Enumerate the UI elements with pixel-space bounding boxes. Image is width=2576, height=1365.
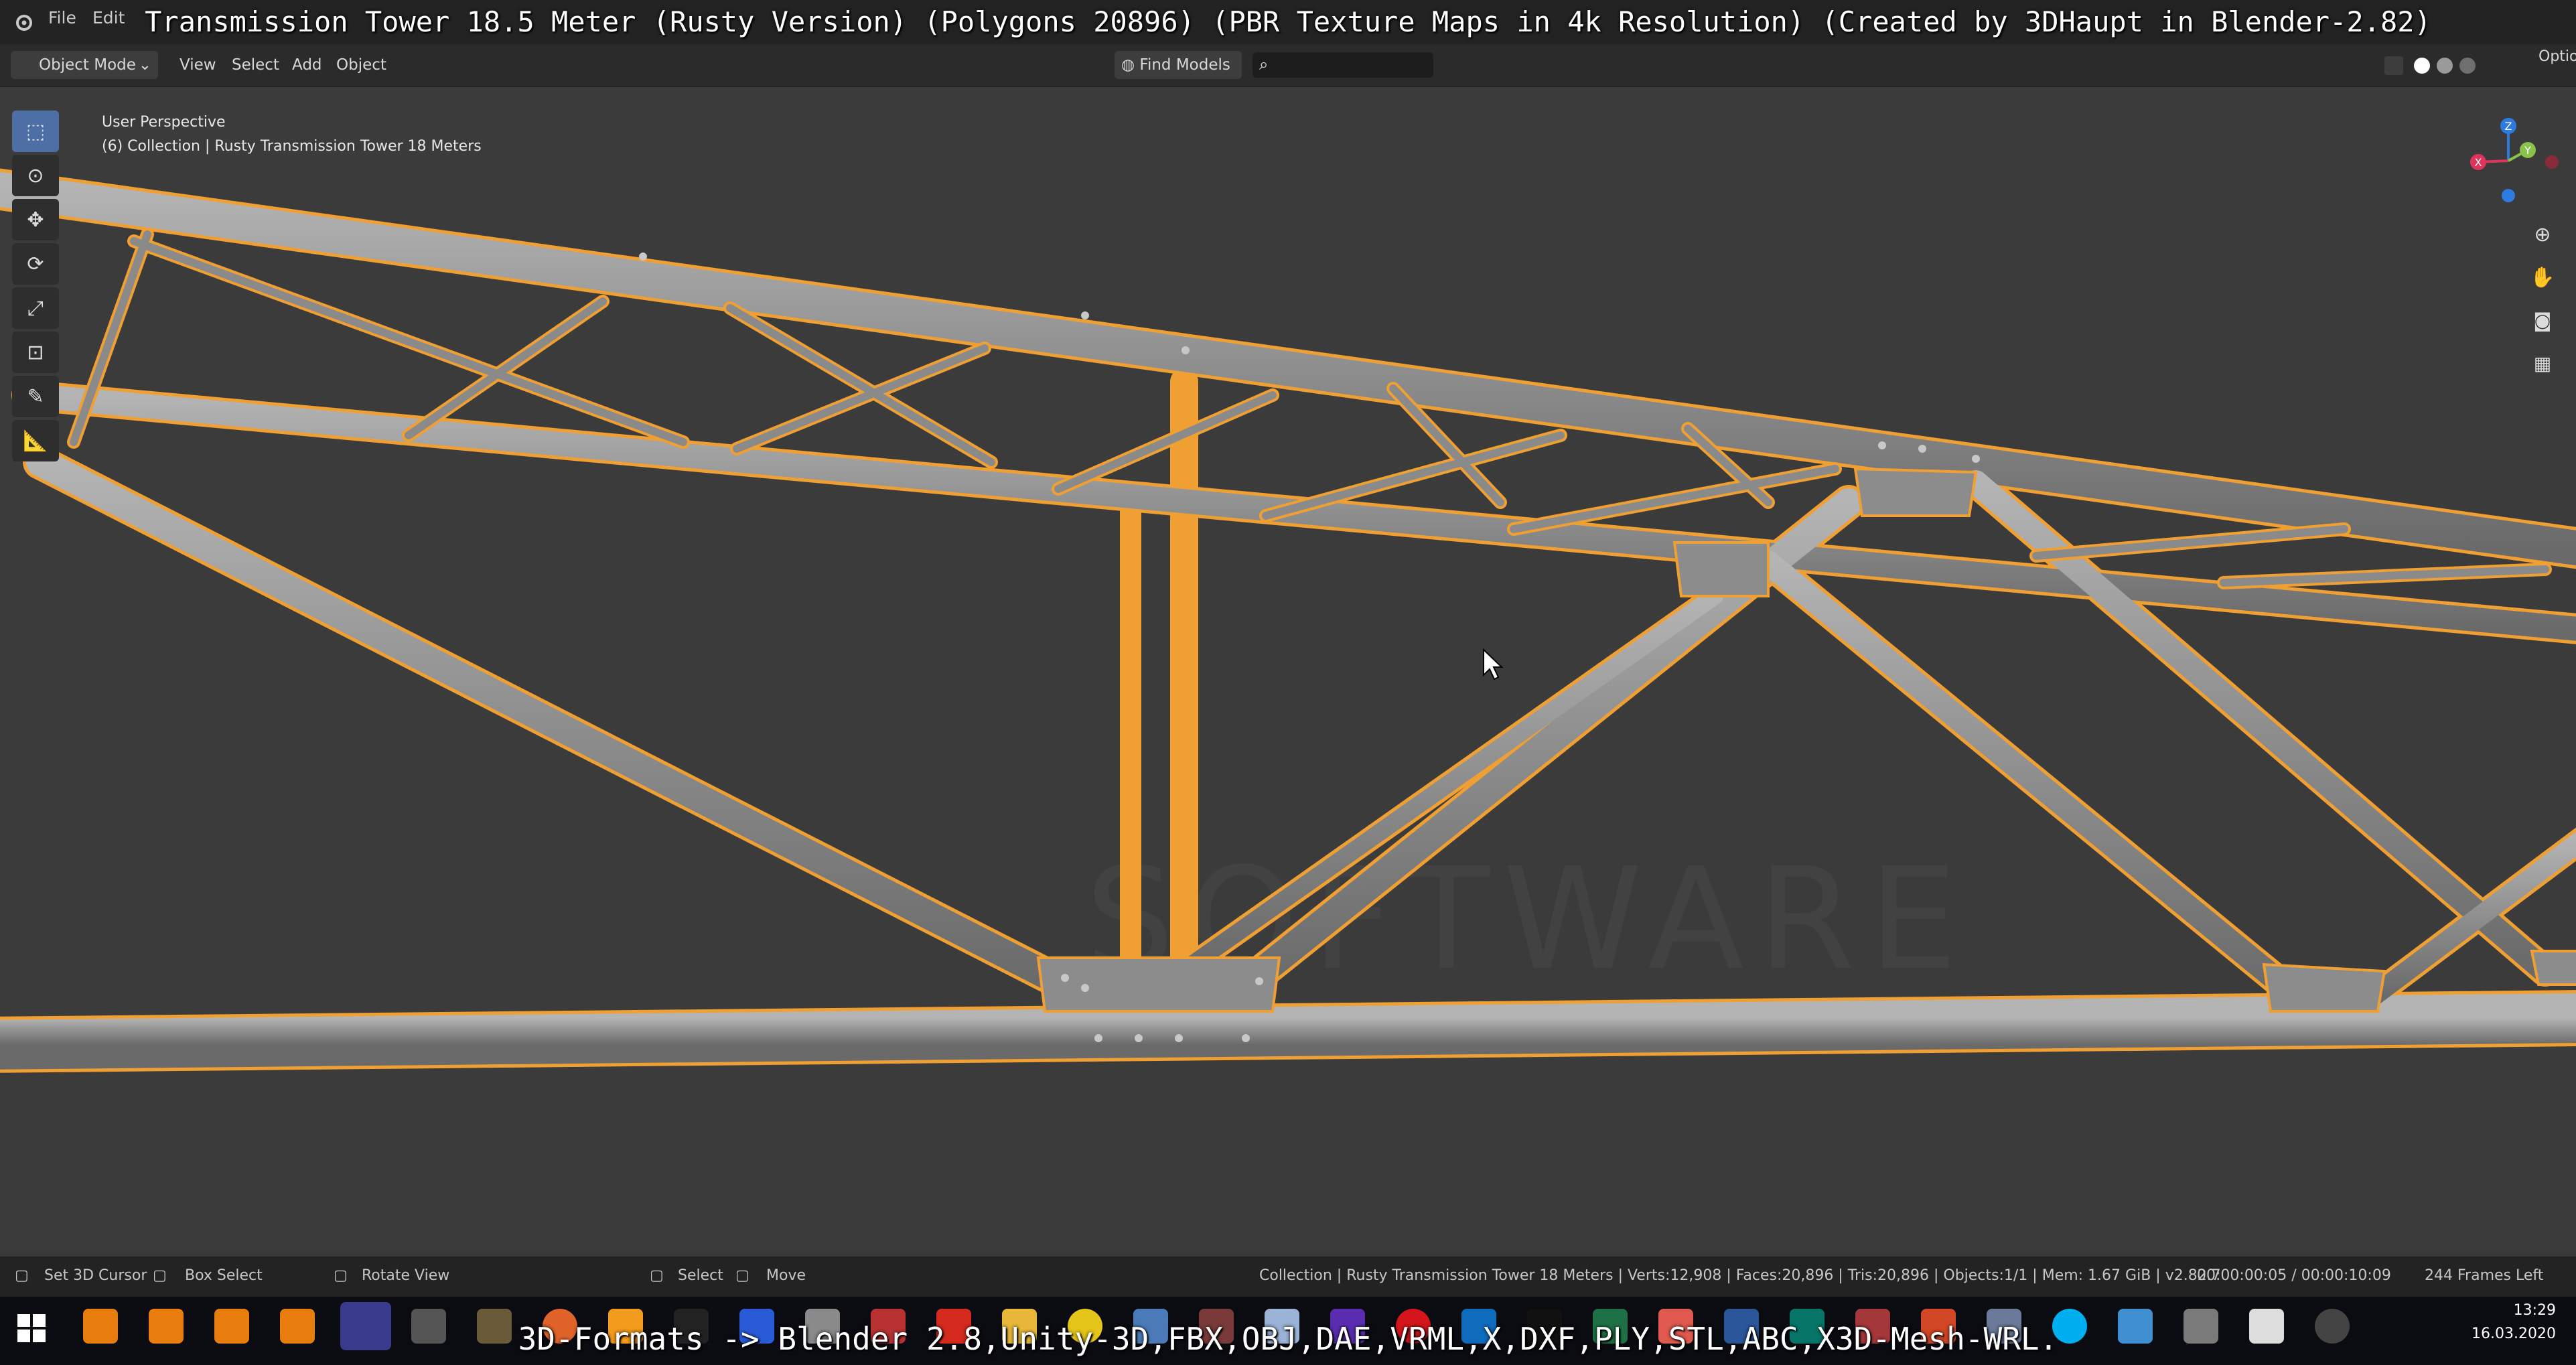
shading-mode-buttons[interactable] [2384,55,2518,76]
3d-viewport[interactable]: SOFTWARE [0,87,2576,1252]
menu-add[interactable]: Add [285,51,329,79]
move-tool-icon[interactable]: ✥ [12,199,59,240]
view-perspective-label: User Perspective [102,114,226,131]
tool-shelf: ⬚ ⊙ ✥ ⟳ ⤢ ⊡ ✎ 📐 [12,111,63,464]
transform-tool-icon[interactable]: ⊡ [12,332,59,373]
camera-view-icon[interactable]: ◙ [2524,301,2561,339]
object-mode-label: Object Mode [39,56,136,74]
frames-left: 244 Frames Left [2425,1267,2544,1284]
video-subtitle-overlay: 3D-Formats -> Blender 2.8,Unity-3D,FBX,O… [518,1321,2058,1357]
object-mode-dropdown[interactable]: Object Mode ⌄ [11,51,158,79]
find-models-label: Find Models [1139,56,1230,74]
annotate-tool-icon[interactable]: ✎ [12,376,59,417]
options-button[interactable]: Options [2532,43,2576,71]
status-move: Move [766,1267,806,1284]
status-bar: ▢ Set 3D Cursor ▢ Box Select ▢ Rotate Vi… [0,1256,2576,1297]
find-models-dropdown[interactable]: ◍ Find Models ⌄ [1115,51,1242,102]
timecode: 00:00:00:05 / 00:00:10:09 [2197,1267,2391,1284]
perspective-grid-icon[interactable]: ▦ [2524,344,2561,382]
mouse-middle-icon: ▢ [153,1267,167,1284]
search-input[interactable]: ⌕ [1253,52,1433,78]
status-rotate-view: Rotate View [362,1267,450,1284]
mouse-left-icon: ▢ [15,1267,29,1284]
pan-hand-icon[interactable]: ✋ [2524,259,2561,296]
scale-tool-icon[interactable]: ⤢ [12,287,59,329]
status-move-icon: ▢ [735,1267,749,1284]
menu-select[interactable]: Select [225,51,286,79]
status-set-cursor: Set 3D Cursor [44,1267,147,1284]
status-box-select: Box Select [185,1267,263,1284]
navigation-gizmo[interactable]: Z Y X [2451,114,2565,208]
cursor-tool-icon[interactable]: ⊙ [12,155,59,196]
gizmo-y-label: Y [2524,144,2531,157]
video-title-overlay: Transmission Tower 18.5 Meter (Rusty Ver… [145,5,2431,38]
mouse-right-icon: ▢ [334,1267,348,1284]
search-icon: ⌕ [1259,55,1269,74]
rotate-tool-icon[interactable]: ⟳ [12,243,59,285]
scene-statistics: Collection | Rusty Transmission Tower 18… [1259,1267,2221,1284]
status-select-icon: ▢ [650,1267,664,1284]
zoom-view-icon[interactable]: ⊕ [2524,216,2561,253]
select-box-tool-icon[interactable]: ⬚ [12,111,59,152]
viewport-header: Object Mode ⌄ View Select Add Object ◍ F… [0,43,2576,102]
mouse-cursor-icon [1483,648,1504,680]
measure-tool-icon[interactable]: 📐 [12,420,59,461]
chevron-down-icon: ⌄ [138,56,151,74]
gizmo-x-label: X [2475,156,2482,169]
tower-model [0,168,2576,1073]
menu-view[interactable]: View [173,51,223,79]
gizmo-z-label: Z [2505,120,2512,133]
clock-time: 13:29 [2513,1302,2556,1319]
globe-icon: ◍ [1121,56,1135,74]
active-collection-label: (6) Collection | Rusty Transmission Towe… [102,138,482,155]
status-select: Select [678,1267,723,1284]
menu-object[interactable]: Object [330,51,393,79]
